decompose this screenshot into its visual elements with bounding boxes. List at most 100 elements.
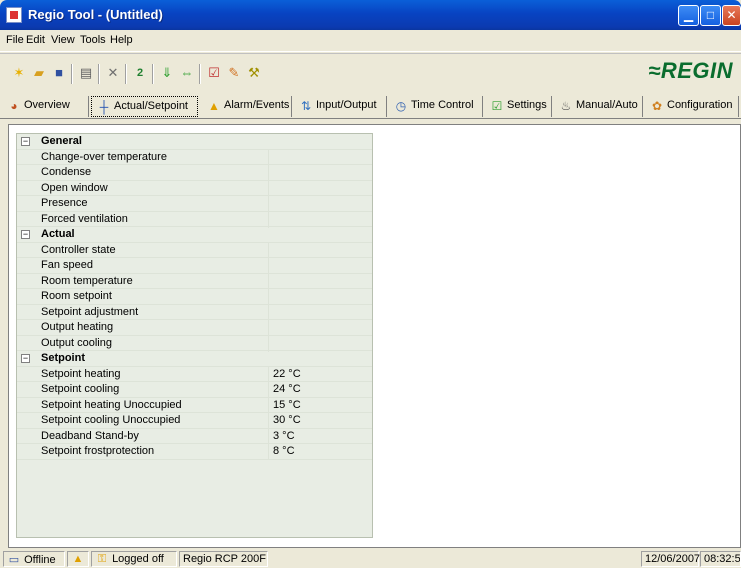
group-header-actual[interactable]: − Actual xyxy=(17,227,372,243)
table-row[interactable]: Condense xyxy=(17,165,372,181)
table-row[interactable]: Room temperature xyxy=(17,273,372,290)
print-icon[interactable]: ▤ xyxy=(77,64,95,82)
maximize-button[interactable]: □ xyxy=(700,5,721,26)
table-row[interactable]: Fan speed xyxy=(17,258,372,274)
status-date: 12/06/2007 xyxy=(641,551,701,567)
refresh-icon[interactable]: 2 xyxy=(131,64,149,82)
row-name: Setpoint cooling Unoccupied xyxy=(41,414,181,426)
table-row[interactable]: Setpoint cooling 24 °C xyxy=(17,382,372,398)
status-device-text: Regio RCP 200F xyxy=(183,553,266,565)
new-file-icon[interactable]: ✶ xyxy=(10,64,28,82)
tab-label: Input/Output xyxy=(316,99,377,111)
table-row[interactable]: Presence xyxy=(17,196,372,212)
tab-label: Overview xyxy=(24,99,70,111)
save-icon[interactable]: ■ xyxy=(50,64,68,82)
table-row[interactable]: Open window xyxy=(17,180,372,197)
delete-icon[interactable]: ✕ xyxy=(104,64,122,82)
table-row[interactable]: Setpoint heating 22 °C xyxy=(17,366,372,383)
tab-bar: ◕ Overview ┼ Actual/Setpoint ▲ Alarm/Eve… xyxy=(0,93,741,119)
row-name: Setpoint heating Unoccupied xyxy=(41,398,182,411)
edit-icon[interactable]: ✎ xyxy=(225,64,243,82)
download-icon[interactable]: ⇓ xyxy=(158,64,176,82)
collapse-icon[interactable]: − xyxy=(21,354,30,363)
tab-alarm-events[interactable]: ▲ Alarm/Events xyxy=(202,96,292,117)
time-control-icon: ◷ xyxy=(395,99,407,113)
close-button[interactable]: ✕ xyxy=(722,5,741,26)
tab-input-output[interactable]: ⇅ Input/Output xyxy=(294,96,387,117)
tab-manual-auto[interactable]: ♨ Manual/Auto xyxy=(554,96,643,117)
status-device: Regio RCP 200F xyxy=(179,551,268,567)
menu-edit[interactable]: Edit xyxy=(26,34,45,46)
row-name: Room setpoint xyxy=(41,290,112,302)
toolbar-separator xyxy=(71,64,73,84)
row-name: Setpoint adjustment xyxy=(41,305,139,318)
actual-setpoint-icon: ┼ xyxy=(99,100,109,114)
row-name: Open window xyxy=(41,181,108,194)
group-header-general[interactable]: − General xyxy=(17,134,372,150)
tab-settings[interactable]: ☑ Settings xyxy=(485,96,552,117)
status-login: ⚿ Logged off xyxy=(91,551,177,567)
row-value[interactable]: 15 °C xyxy=(273,399,301,411)
row-name: Output heating xyxy=(41,321,114,333)
status-connection: ▭ Offline xyxy=(3,551,65,567)
tab-label: Actual/Setpoint xyxy=(114,100,188,112)
menu-help[interactable]: Help xyxy=(110,34,133,46)
table-row[interactable]: Setpoint cooling Unoccupied 30 °C xyxy=(17,413,372,429)
network-icon: ▭ xyxy=(8,554,20,566)
table-row[interactable]: Room setpoint xyxy=(17,289,372,305)
status-date-text: 12/06/2007 xyxy=(645,553,701,565)
manual-auto-icon: ♨ xyxy=(560,99,572,113)
menu-view[interactable]: View xyxy=(51,34,75,46)
alarm-icon: ▲ xyxy=(208,99,220,113)
tab-time-control[interactable]: ◷ Time Control xyxy=(389,96,483,117)
row-name: Deadband Stand-by xyxy=(41,429,139,442)
table-row[interactable]: Change-over temperature xyxy=(17,149,372,166)
window-title: Regio Tool - (Untitled) xyxy=(28,7,163,22)
row-name: Condense xyxy=(41,166,92,178)
wrench-icon[interactable]: ⚒ xyxy=(245,64,263,82)
collapse-icon[interactable]: − xyxy=(21,137,30,146)
row-value[interactable]: 24 °C xyxy=(273,383,301,395)
toolbar-separator xyxy=(152,64,154,84)
menu-file[interactable]: File xyxy=(6,34,24,46)
table-row[interactable]: Output cooling xyxy=(17,335,372,352)
main-window: Regio Tool - (Untitled) ▁ □ ✕ File Edit … xyxy=(0,0,741,568)
row-value[interactable]: 8 °C xyxy=(273,445,295,457)
table-row[interactable]: Setpoint frostprotection 8 °C xyxy=(17,444,372,460)
open-folder-icon[interactable]: ▰ xyxy=(30,64,48,82)
group-title: Actual xyxy=(41,228,75,240)
row-value[interactable]: 30 °C xyxy=(273,414,301,426)
collapse-icon[interactable]: − xyxy=(21,230,30,239)
toolbar-separator xyxy=(125,64,127,84)
row-name: Setpoint frostprotection xyxy=(41,445,155,457)
status-bar: ▭ Offline ▲ ⚿ Logged off Regio RCP 200F … xyxy=(0,548,741,568)
table-row[interactable]: Deadband Stand-by 3 °C xyxy=(17,428,372,445)
tab-label: Configuration xyxy=(667,99,733,111)
alarm-icon: ▲ xyxy=(72,553,84,565)
table-row[interactable]: Forced ventilation xyxy=(17,211,372,228)
transfer-icon[interactable]: ⇔ xyxy=(178,64,196,82)
tab-overview[interactable]: ◕ Overview xyxy=(2,96,89,117)
app-icon[interactable] xyxy=(6,7,22,23)
overview-icon: ◕ xyxy=(10,99,18,113)
tab-configuration[interactable]: ✿ Configuration xyxy=(645,96,739,117)
row-name: Room temperature xyxy=(41,274,133,287)
group-header-setpoint[interactable]: − Setpoint xyxy=(17,351,372,367)
settings-icon: ☑ xyxy=(491,99,503,113)
row-value[interactable]: 3 °C xyxy=(273,430,295,442)
row-value[interactable]: 22 °C xyxy=(273,368,301,380)
row-name: Setpoint heating xyxy=(41,367,121,380)
chart-icon[interactable]: ☑ xyxy=(205,64,223,82)
minimize-button[interactable]: ▁ xyxy=(678,5,699,26)
tab-label: Time Control xyxy=(411,99,474,111)
table-row[interactable]: Setpoint heating Unoccupied 15 °C xyxy=(17,397,372,414)
tab-label: Manual/Auto xyxy=(576,99,638,111)
table-row[interactable]: Output heating xyxy=(17,320,372,336)
tab-actual-setpoint[interactable]: ┼ Actual/Setpoint xyxy=(91,96,198,117)
table-row[interactable]: Setpoint adjustment xyxy=(17,304,372,321)
menu-tools[interactable]: Tools xyxy=(80,34,106,46)
group-title: Setpoint xyxy=(41,352,85,364)
title-bar[interactable]: Regio Tool - (Untitled) ▁ □ ✕ xyxy=(0,0,741,30)
row-name: Fan speed xyxy=(41,259,93,271)
table-row[interactable]: Controller state xyxy=(17,242,372,259)
